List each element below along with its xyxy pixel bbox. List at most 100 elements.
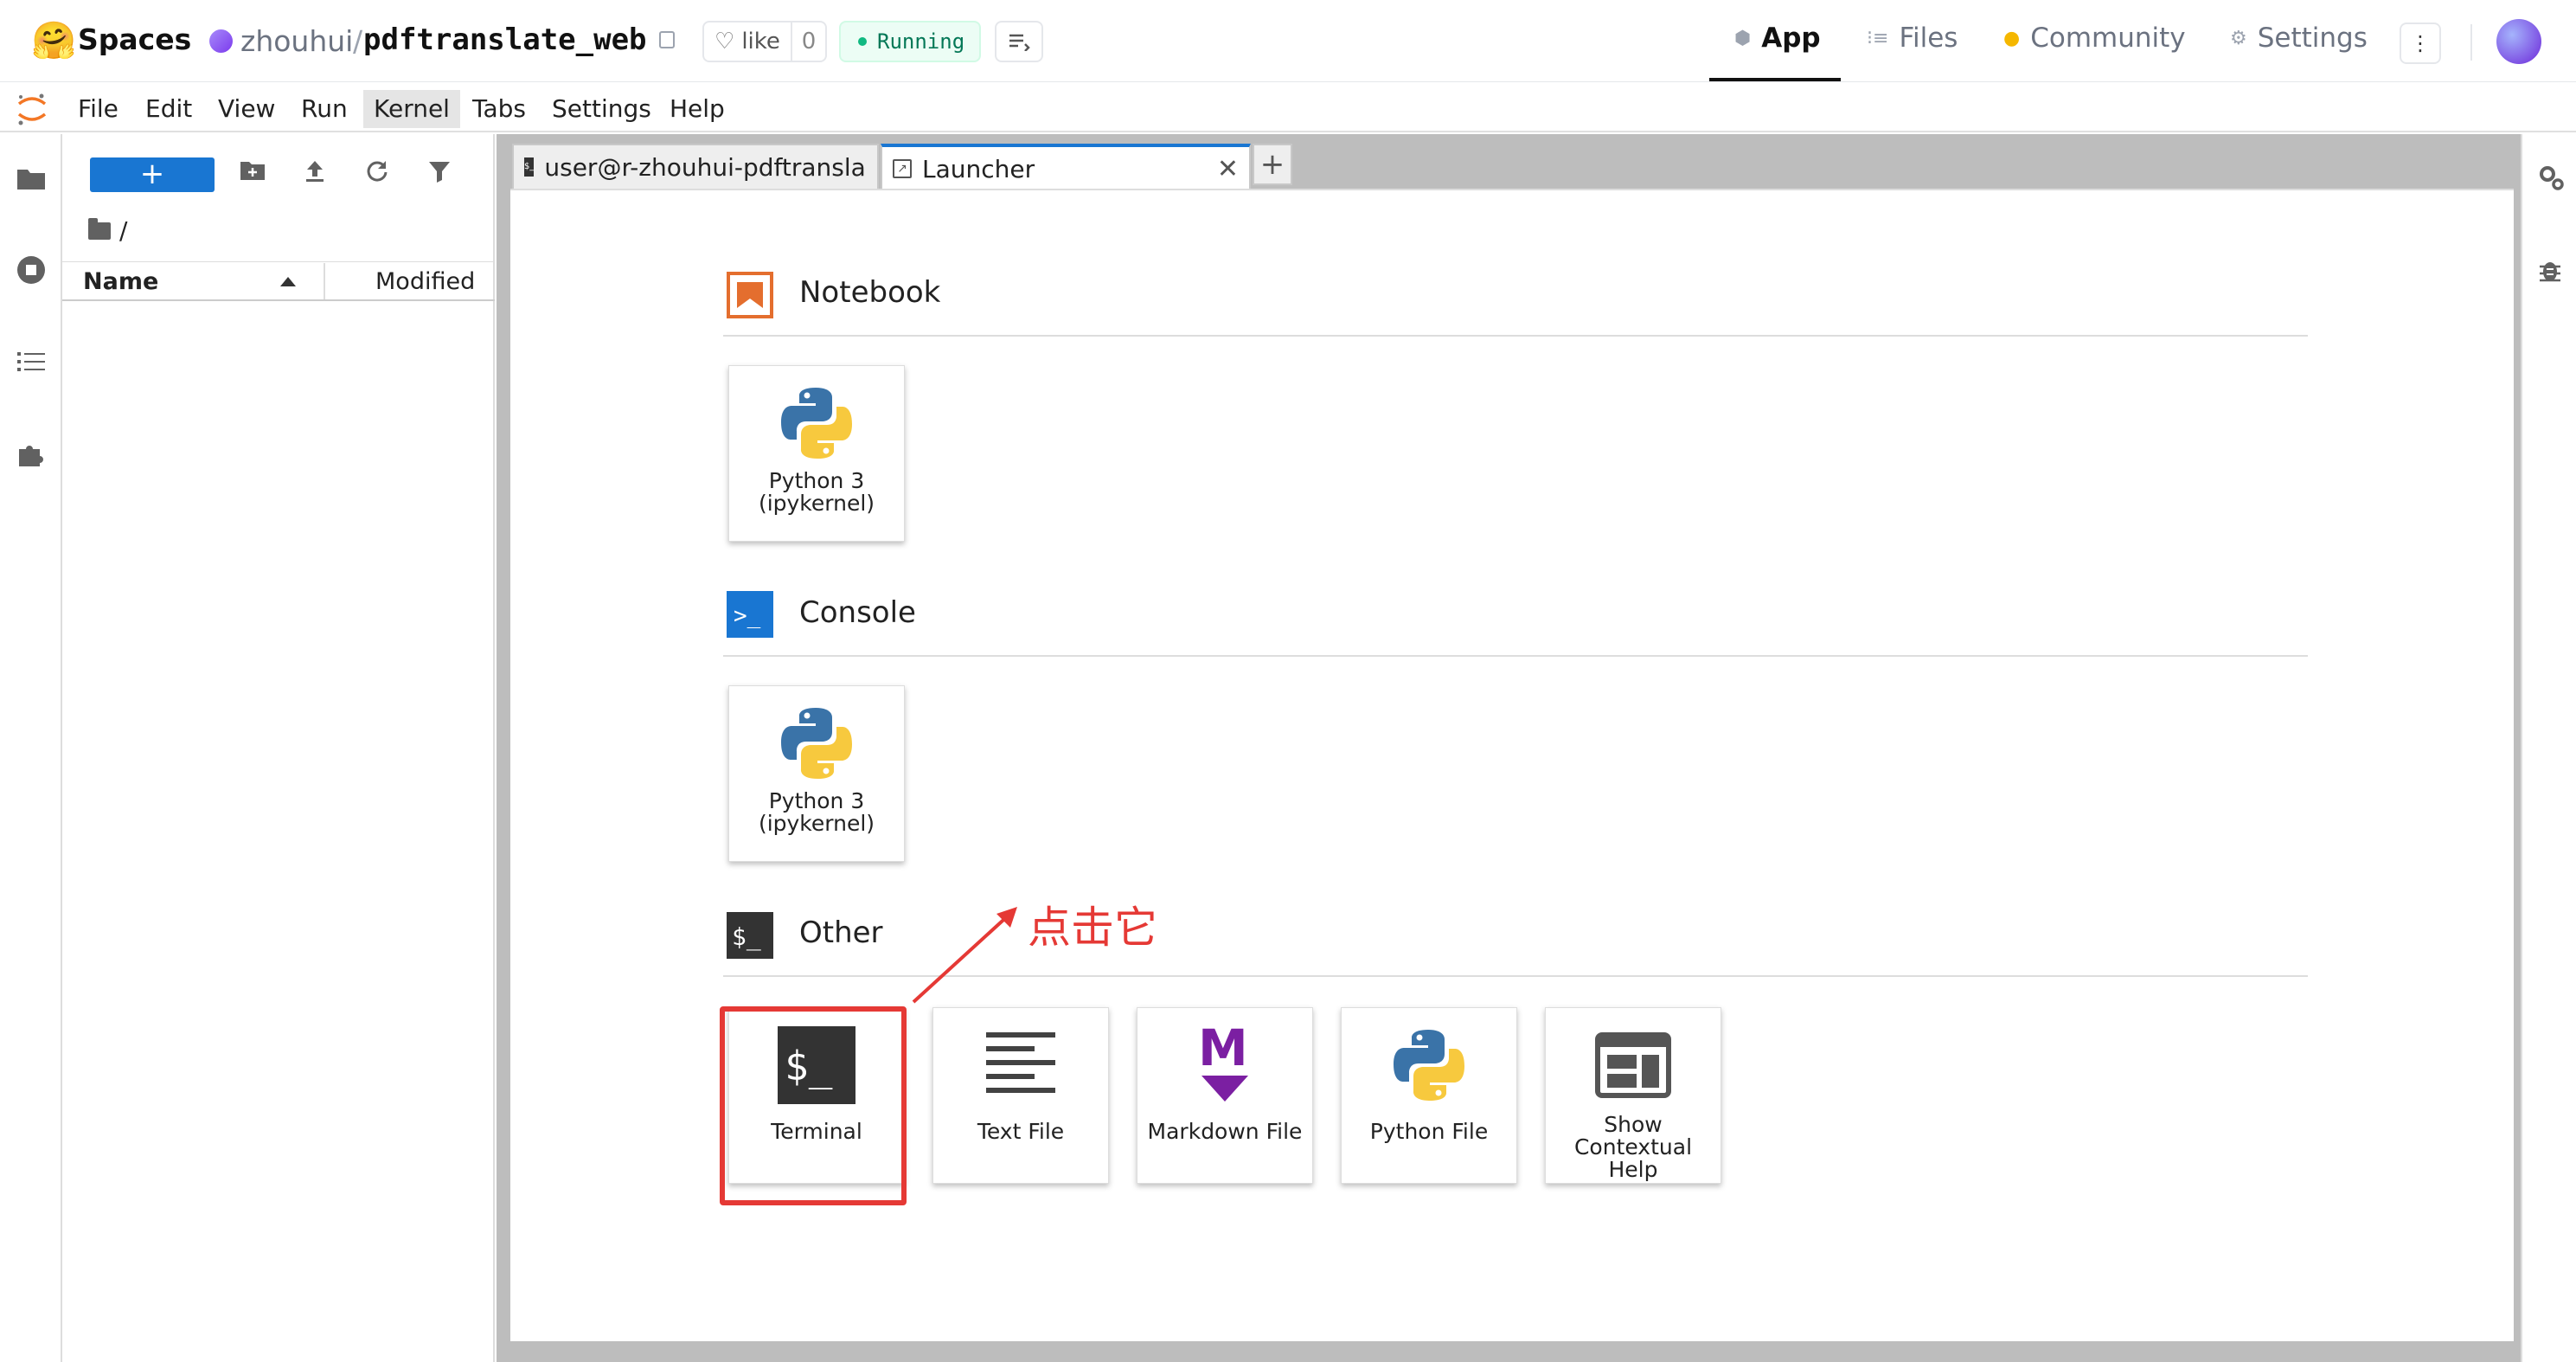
copy-icon[interactable]	[659, 31, 675, 48]
community-icon: ●	[2003, 27, 2021, 49]
huggingface-logo-icon[interactable]: 🤗	[31, 21, 76, 61]
new-folder-icon	[240, 162, 265, 180]
python-icon	[775, 700, 858, 787]
gears-icon	[2540, 166, 2564, 190]
refresh-button[interactable]	[362, 159, 393, 190]
text-file-icon	[979, 1022, 1062, 1108]
puzzle-icon	[19, 446, 43, 466]
status-text: Running	[877, 29, 965, 54]
column-divider[interactable]	[324, 263, 325, 299]
new-tab-button[interactable]: +	[1253, 144, 1292, 185]
tab-close-icon[interactable]: ✕	[1217, 154, 1239, 184]
spaces-link[interactable]: Spaces	[78, 22, 191, 56]
like-count: 0	[791, 22, 825, 61]
nav-app[interactable]: ⬢ App	[1734, 22, 1821, 54]
owner-avatar	[209, 29, 233, 53]
user-avatar[interactable]	[2496, 19, 2541, 64]
section-title-other: Other	[799, 915, 883, 950]
card-label: Text File	[977, 1119, 1065, 1144]
repo-name[interactable]: pdftranslate_web	[363, 22, 647, 57]
section-title-console: Console	[799, 595, 916, 630]
table-of-contents-tab[interactable]	[14, 344, 48, 379]
card-label: Show Contextual Help	[1573, 1112, 1693, 1182]
upload-icon	[306, 161, 324, 182]
logs-icon	[1009, 34, 1030, 51]
new-launcher-button[interactable]: +	[90, 157, 215, 192]
launcher-card-notebook-python3[interactable]: Python 3 (ipykernel)	[728, 365, 905, 542]
menu-edit[interactable]: Edit	[135, 90, 202, 128]
tab-terminal[interactable]: $_ user@r-zhouhui-pdftransla ✕	[512, 144, 879, 189]
notebook-section-icon	[727, 272, 773, 318]
menu-run[interactable]: Run	[291, 90, 358, 128]
upload-button[interactable]	[299, 159, 330, 190]
python-icon	[1387, 1022, 1471, 1108]
property-inspector-tab[interactable]	[2538, 164, 2564, 190]
left-sidebar	[0, 134, 62, 1362]
extensions-tab[interactable]	[14, 436, 48, 471]
annotation-text: 点击它	[1028, 903, 1157, 953]
header-divider	[2470, 24, 2472, 61]
annotation-arrow-icon	[912, 907, 1017, 1004]
home-folder-icon	[88, 217, 111, 240]
nav-community[interactable]: ● Community	[2003, 22, 2186, 54]
card-label: Python 3 (ipykernel)	[758, 788, 875, 836]
section-title-notebook: Notebook	[799, 275, 941, 310]
active-nav-underline	[1709, 78, 1841, 81]
section-divider	[723, 335, 2308, 337]
breadcrumb-path: /	[119, 216, 128, 245]
launcher-card-console-python3[interactable]: Python 3 (ipykernel)	[728, 685, 905, 862]
like-button[interactable]: ♡ like 0	[702, 21, 827, 62]
debugger-tab[interactable]	[2538, 256, 2562, 282]
nav-settings[interactable]: ⚙ Settings	[2230, 22, 2368, 54]
refresh-icon	[367, 161, 388, 182]
launcher-card-python-file[interactable]: Python File	[1341, 1007, 1517, 1184]
menu-help[interactable]: Help	[659, 90, 735, 128]
card-label: Markdown File	[1147, 1119, 1303, 1144]
more-options-button[interactable]: ⋮	[2400, 22, 2441, 64]
section-divider	[723, 655, 2308, 657]
app-cube-icon: ⬢	[1734, 27, 1752, 49]
python-icon	[775, 380, 858, 466]
bug-icon	[2540, 262, 2560, 282]
column-name-header[interactable]: Name	[83, 268, 158, 295]
svg-text:$_: $_	[732, 922, 761, 952]
file-browser-tab[interactable]	[14, 161, 48, 196]
terminal-tab-icon: $_	[524, 157, 535, 177]
nav-files-label: Files	[1899, 22, 1958, 54]
breadcrumb[interactable]: /	[88, 216, 127, 245]
tab-launcher[interactable]: ↗ Launcher ✕	[881, 144, 1251, 190]
menu-tabs[interactable]: Tabs	[462, 90, 536, 128]
menu-file[interactable]: File	[67, 90, 129, 128]
status-badge: Running	[839, 21, 981, 62]
nav-files[interactable]: ⁝≡ Files	[1867, 22, 1958, 54]
tab-close-icon[interactable]: ✕	[876, 152, 877, 183]
menu-settings[interactable]: Settings	[541, 90, 662, 128]
like-label: like	[741, 29, 780, 55]
owner-link[interactable]: zhouhui	[240, 24, 353, 58]
console-section-icon: >_	[727, 591, 773, 638]
nav-community-label: Community	[2030, 22, 2186, 54]
column-modified-header[interactable]: Modified	[375, 268, 475, 295]
svg-text:>_: >_	[734, 603, 761, 629]
logs-button[interactable]	[995, 21, 1043, 62]
tab-terminal-label: user@r-zhouhui-pdftransla	[544, 152, 866, 182]
running-sessions-tab[interactable]	[14, 253, 48, 287]
gear-icon: ⚙	[2230, 27, 2247, 49]
launcher-card-text-file[interactable]: Text File	[932, 1007, 1109, 1184]
tab-launcher-label: Launcher	[922, 154, 1035, 183]
menu-view[interactable]: View	[208, 90, 285, 128]
more-icon: ⋮	[2410, 31, 2431, 55]
filter-icon	[429, 162, 450, 183]
files-icon: ⁝≡	[1867, 27, 1889, 49]
filter-button[interactable]	[424, 159, 455, 190]
path-separator: /	[353, 24, 363, 58]
heart-icon: ♡	[714, 29, 735, 55]
status-dot-icon	[858, 37, 867, 46]
new-folder-button[interactable]	[237, 159, 268, 190]
nav-app-label: App	[1761, 22, 1821, 54]
menu-kernel[interactable]: Kernel	[363, 90, 460, 128]
other-section-icon: $_	[727, 912, 773, 959]
launcher-card-contextual-help[interactable]: Show Contextual Help	[1545, 1007, 1721, 1184]
list-icon	[17, 352, 45, 371]
launcher-card-markdown-file[interactable]: M Markdown File	[1137, 1007, 1313, 1184]
